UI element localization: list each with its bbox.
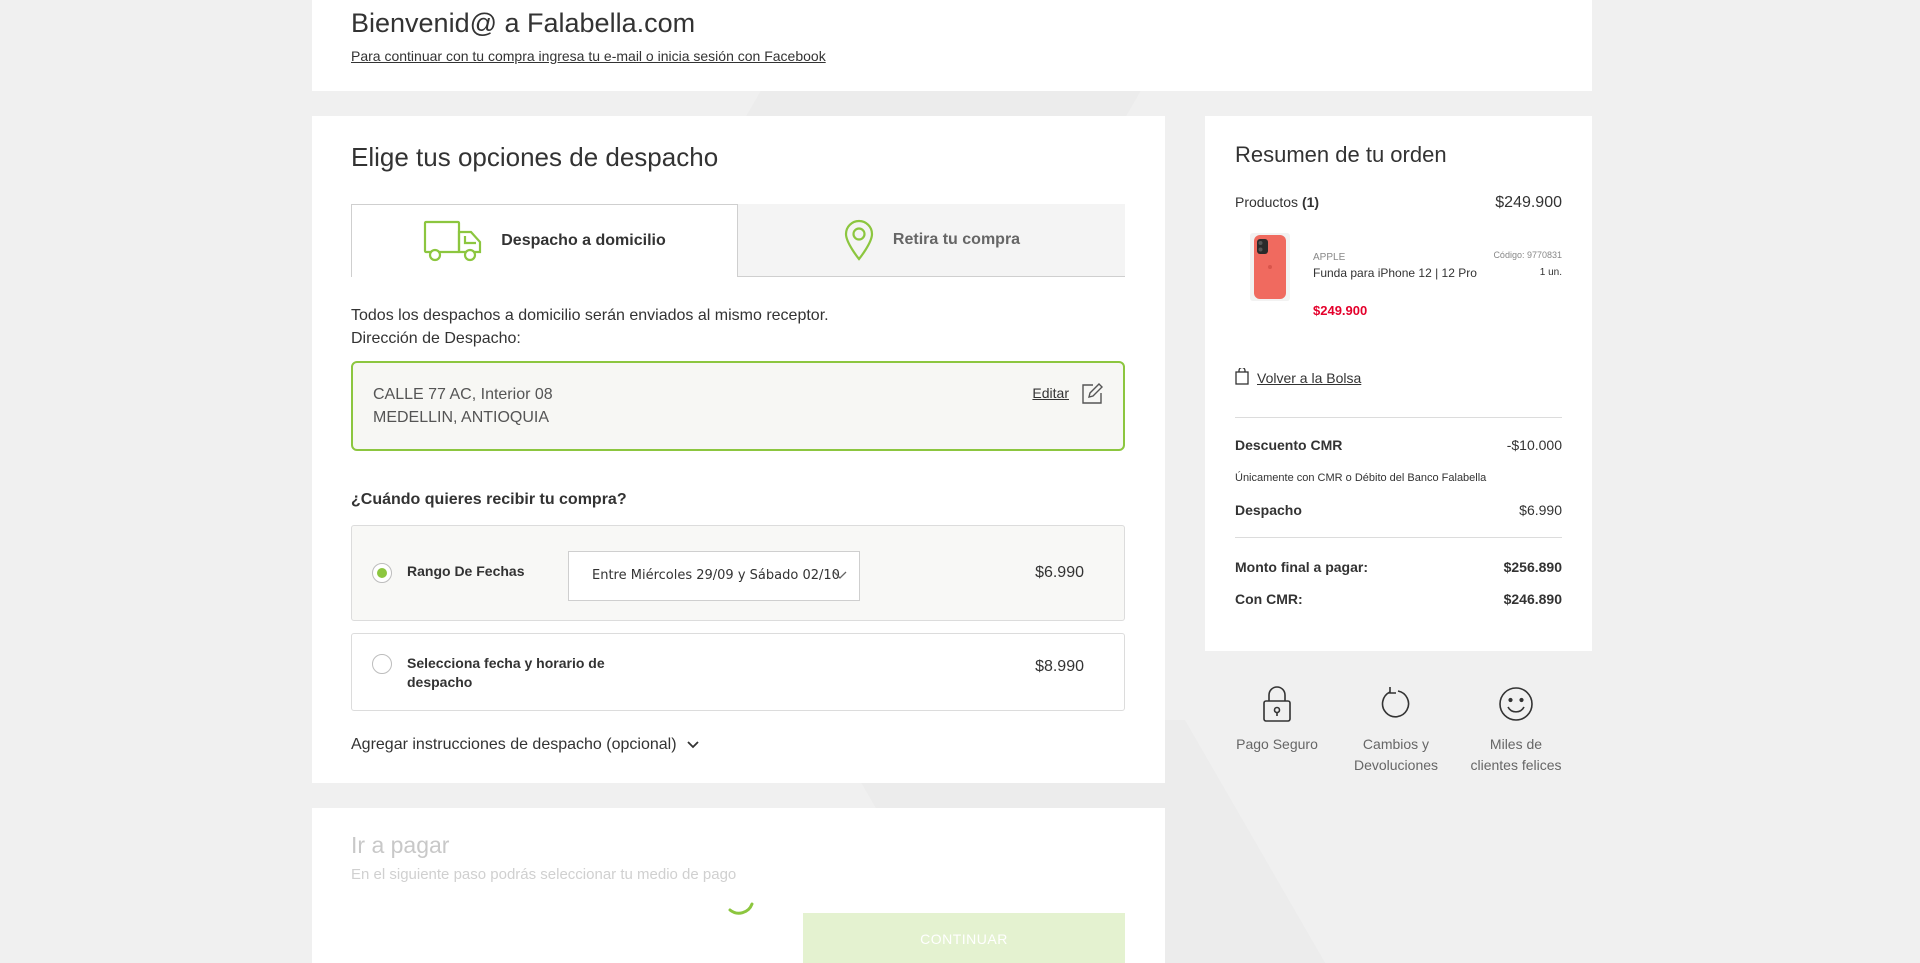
badge-returns: Cambios y Devoluciones [1336,680,1456,776]
divider [1235,417,1562,418]
badge-happy-clients-line2: clientes felices [1470,757,1562,773]
edit-icon[interactable] [1081,383,1103,410]
date-range-select[interactable]: Entre Miércoles 29/09 y Sábado 02/10 [568,551,860,601]
product-code: Código: 9770831 [1493,250,1562,260]
payment-section: Ir a pagar En el siguiente paso podrás s… [312,808,1165,963]
product-price: $249.900 [1313,303,1368,318]
scheduled-price: $8.990 [1035,658,1084,675]
shipping-info: Todos los despachos a domicilio serán en… [351,304,829,350]
edit-address-link[interactable]: Editar [1032,385,1069,401]
shopping-bag-icon [1235,366,1249,388]
address-line2: MEDELLIN, ANTIOQUIA [373,409,550,426]
payment-title: Ir a pagar [351,832,450,858]
badge-happy-clients: Miles de clientes felices [1456,680,1576,776]
back-to-bag-label: Volver a la Bolsa [1257,370,1362,386]
products-label: Productos [1235,194,1299,210]
divider [1235,537,1562,538]
address-line1: CALLE 77 AC, Interior 08 [373,386,553,403]
cmr-discount-value: -$10.000 [1506,437,1562,453]
welcome-header: Bienvenid@ a Falabella.com Para continua… [312,0,1592,91]
tab-home-delivery[interactable]: Despacho a domicilio [351,204,738,277]
badge-happy-clients-line1: Miles de [1489,736,1543,752]
product-name: Funda para iPhone 12 | 12 Pro [1313,266,1477,280]
shipping-cost-label: Despacho [1235,502,1302,518]
date-range-radio[interactable] [372,563,392,583]
delivery-option-date-range[interactable]: Rango De Fechas Entre Miércoles 29/09 y … [351,525,1125,621]
date-range-label: Rango De Fechas [407,563,525,579]
cmr-total-value: $246.890 [1503,591,1562,607]
cmr-total-label: Con CMR: [1235,591,1303,607]
products-row: Productos (1) $249.900 [1235,194,1562,212]
continue-button[interactable]: CONTINUAR [803,913,1125,963]
products-count: (1) [1301,194,1320,210]
shipping-section: Elige tus opciones de despacho Despacho … [312,116,1165,783]
order-summary: Resumen de tu orden Productos (1) $249.9… [1205,116,1592,651]
address-heading: Dirección de Despacho: [351,330,521,347]
trust-badges: Pago Seguro Cambios y Devoluciones Miles… [1205,680,1592,790]
delivery-option-scheduled[interactable]: Selecciona fecha y horario de despacho $… [351,633,1125,711]
cmr-note: Únicamente con CMR o Débito del Banco Fa… [1235,472,1487,484]
truck-icon [423,220,483,262]
delivery-tabs: Despacho a domicilio Retira tu compra [351,204,1125,277]
badge-secure-payment-label: Pago Seguro [1236,736,1318,752]
address-card: CALLE 77 AC, Interior 08 MEDELLIN, ANTIO… [351,361,1125,451]
final-amount-value: $256.890 [1503,559,1562,575]
location-pin-icon [843,219,875,261]
tab-home-delivery-label: Despacho a domicilio [501,232,666,249]
shipping-cost-row: Despacho $6.990 [1235,502,1562,518]
product-brand: APPLE [1313,252,1346,263]
chevron-down-icon [686,736,699,754]
smiley-icon [1456,680,1576,728]
badge-secure-payment: Pago Seguro [1217,680,1337,755]
summary-title: Resumen de tu orden [1235,142,1447,167]
loading-spinner-icon [722,896,762,931]
back-to-bag-link[interactable]: Volver a la Bolsa [1235,366,1362,388]
refresh-icon [1336,680,1456,728]
badge-returns-line1: Cambios y [1362,736,1430,752]
cmr-discount-label: Descuento CMR [1235,437,1343,453]
products-total: $249.900 [1495,194,1562,211]
badge-returns-line2: Devoluciones [1353,757,1439,773]
cmr-total-row: Con CMR: $246.890 [1235,591,1562,607]
date-range-value: Entre Miércoles 29/09 y Sábado 02/10 [592,568,840,583]
product-item: APPLE Funda para iPhone 12 | 12 Pro Códi… [1235,232,1562,322]
shipping-info-text: Todos los despachos a domicilio serán en… [351,307,829,324]
cmr-discount-row: Descuento CMR -$10.000 [1235,437,1562,453]
final-amount-label: Monto final a pagar: [1235,559,1368,575]
date-range-price: $6.990 [1035,564,1084,581]
product-quantity: 1 un. [1539,267,1562,278]
scheduled-radio[interactable] [372,654,392,674]
padlock-icon [1217,680,1337,728]
shipping-cost-value: $6.990 [1519,502,1562,518]
delivery-time-question: ¿Cuándo quieres recibir tu compra? [351,491,627,508]
welcome-title: Bienvenid@ a Falabella.com [351,8,696,38]
final-amount-row: Monto final a pagar: $256.890 [1235,559,1562,575]
chevron-down-icon [833,569,847,584]
payment-subtitle: En el siguiente paso podrás seleccionar … [351,866,737,883]
tab-store-pickup-label: Retira tu compra [892,231,1021,248]
tab-store-pickup[interactable]: Retira tu compra [738,204,1125,277]
add-instructions-label: Agregar instrucciones de despacho (opcio… [351,736,677,753]
product-image [1249,232,1291,302]
login-link[interactable]: Para continuar con tu compra ingresa tu … [351,48,826,64]
add-instructions-toggle[interactable]: Agregar instrucciones de despacho (opcio… [351,736,699,754]
shipping-title: Elige tus opciones de despacho [351,142,719,172]
scheduled-label: Selecciona fecha y horario de despacho [407,655,605,690]
